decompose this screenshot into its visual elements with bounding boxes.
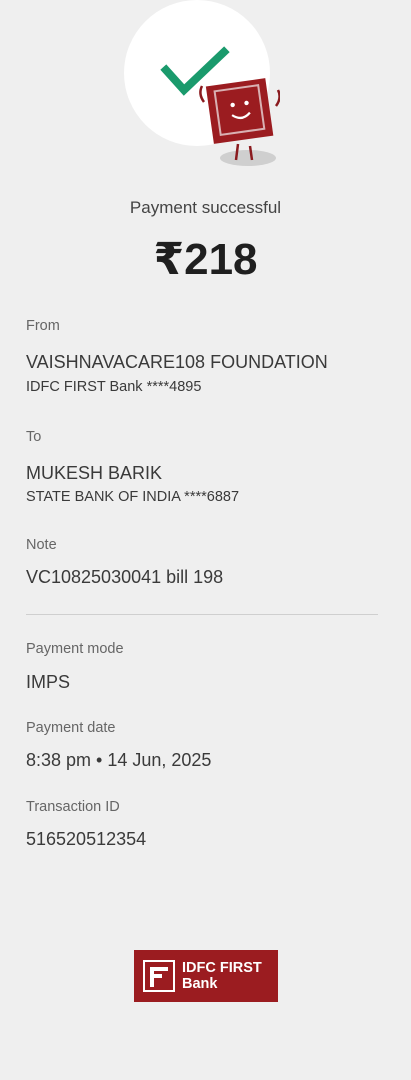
payment-mode-value: IMPS [26,672,71,692]
from-label: From [26,318,60,334]
to-account: STATE BANK OF INDIA ****6887 [26,489,240,505]
from-account: IDFC FIRST Bank ****4895 [26,379,202,395]
payment-status-text: Payment successful [129,198,282,217]
logo-line-2: Bank [182,976,218,992]
payment-mode-label: Payment mode [26,641,124,657]
section-divider [26,614,378,615]
to-label: To [26,429,42,445]
note-value: VC10825030041 bill 198 [26,567,224,587]
to-name: MUKESH BARIK [26,463,163,483]
payment-date-label: Payment date [26,720,116,736]
payment-amount: ₹218 [153,235,258,284]
transaction-id-value: 516520512354 [26,829,147,849]
transaction-id-label: Transaction ID [26,799,120,815]
from-name: VAISHNAVACARE108 FOUNDATION [26,352,328,372]
success-hero [0,0,411,180]
idfc-first-bank-logo: IDFC FIRST Bank [134,950,278,1002]
logo-wordmark: IDFC FIRST Bank [182,960,262,992]
note-label: Note [26,537,57,553]
bank-mascot-icon [199,78,280,166]
logo-line-1: IDFC FIRST [182,960,262,976]
payment-date-value: 8:38 pm • 14 Jun, 2025 [26,750,212,770]
idfc-logo-icon [143,960,175,992]
